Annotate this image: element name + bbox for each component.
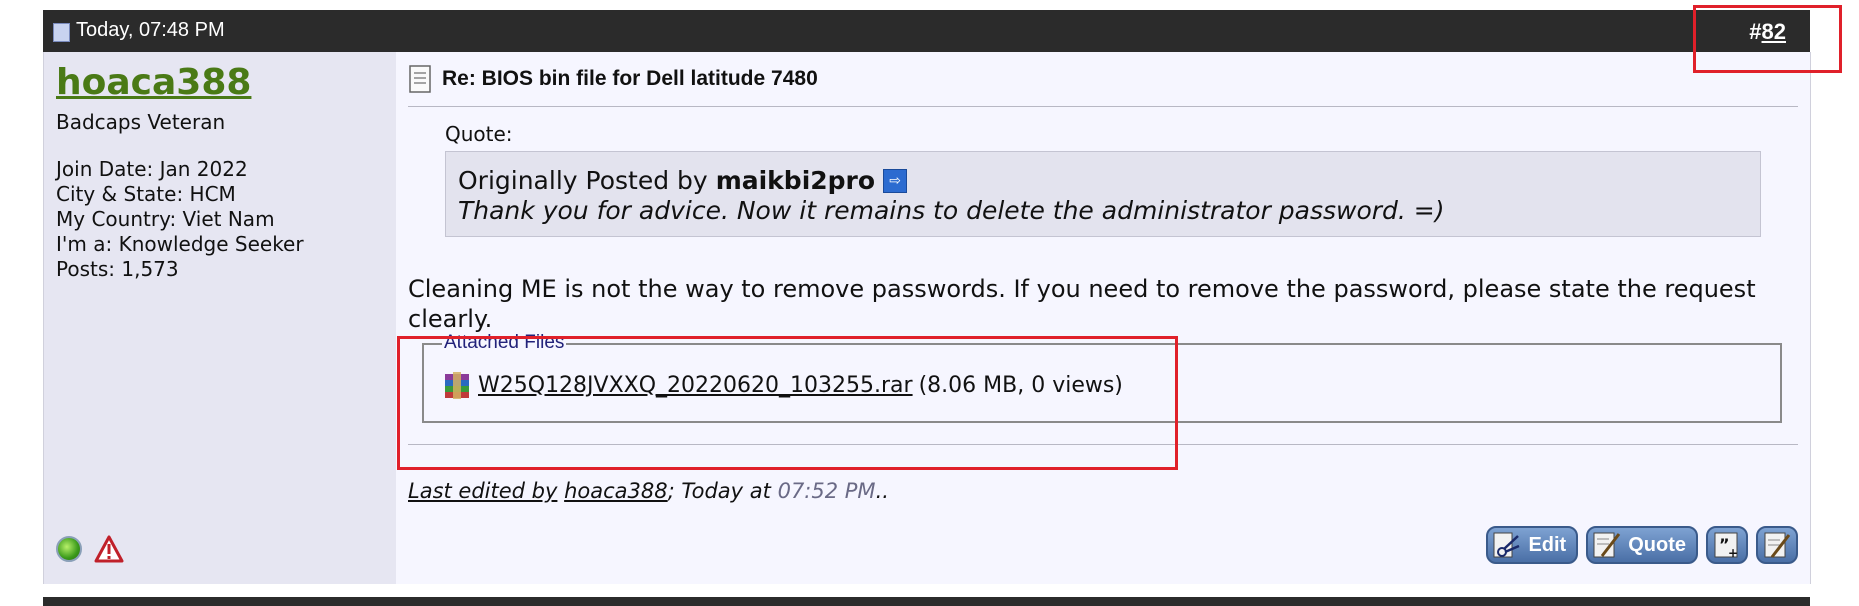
user-title: Badcaps Veteran bbox=[56, 110, 226, 134]
post-action-buttons: Edit Quote ” + bbox=[1486, 526, 1798, 564]
quick-reply-icon bbox=[1764, 532, 1791, 558]
post-message: Cleaning ME is not the way to remove pas… bbox=[408, 275, 1756, 333]
svg-text:+: + bbox=[1728, 546, 1738, 560]
post-count: Posts: 1,573 bbox=[56, 257, 179, 281]
status-icons bbox=[56, 534, 124, 564]
highlight-attachment bbox=[397, 336, 1178, 470]
edited-prefix: Last edited by bbox=[408, 479, 558, 503]
multiquote-button[interactable]: ” + bbox=[1706, 526, 1748, 564]
divider bbox=[408, 106, 1798, 107]
username-link[interactable]: hoaca388 bbox=[56, 62, 251, 103]
edited-suffix: .. bbox=[875, 479, 889, 503]
edit-button[interactable]: Edit bbox=[1486, 526, 1579, 564]
view-post-icon[interactable]: ⇨ bbox=[883, 168, 908, 193]
quote-button-label: Quote bbox=[1628, 533, 1686, 556]
online-status-icon bbox=[56, 536, 82, 562]
post-icon bbox=[409, 65, 431, 93]
post-body: Re: BIOS bin file for Dell latitude 7480… bbox=[396, 52, 1811, 584]
edited-mid: ; Today at bbox=[667, 479, 771, 503]
edited-by-link[interactable]: hoaca388 bbox=[564, 479, 668, 503]
post-header: Today, 07:48 PM #82 bbox=[43, 10, 1810, 52]
city-state: City & State: HCM bbox=[56, 182, 236, 206]
post-date: Today, 07:48 PM bbox=[53, 19, 225, 42]
quote-text: Thank you for advice. Now it remains to … bbox=[458, 196, 1445, 225]
edited-time: 07:52 PM bbox=[777, 479, 876, 503]
country: My Country: Viet Nam bbox=[56, 207, 275, 231]
quote-author: maikbi2pro bbox=[715, 166, 876, 195]
join-date: Join Date: Jan 2022 bbox=[56, 157, 248, 181]
quote-button[interactable]: Quote bbox=[1586, 526, 1698, 564]
quote-attribution: Originally Posted by maikbi2pro ⇨ bbox=[458, 166, 908, 195]
user-stats: Join Date: Jan 2022 City & State: HCM My… bbox=[56, 157, 304, 282]
last-edited: Last edited by hoaca388; Today at 07:52 … bbox=[408, 479, 889, 503]
quote-icon bbox=[1593, 532, 1621, 558]
scissors-edit-icon bbox=[1493, 532, 1520, 558]
quote-box: Originally Posted by maikbi2pro ⇨ Thank … bbox=[445, 151, 1761, 237]
post-title: Re: BIOS bin file for Dell latitude 7480 bbox=[442, 67, 818, 90]
user-role: I'm a: Knowledge Seeker bbox=[56, 232, 304, 256]
next-post-header bbox=[43, 597, 1810, 606]
post-date-text: Today, 07:48 PM bbox=[76, 19, 225, 41]
quote-label: Quote: bbox=[445, 122, 513, 146]
highlight-post-number bbox=[1693, 5, 1842, 73]
quick-reply-button[interactable] bbox=[1756, 526, 1798, 564]
post-title-row: Re: BIOS bin file for Dell latitude 7480 bbox=[408, 64, 818, 94]
multiquote-icon: ” + bbox=[1714, 532, 1738, 560]
report-icon[interactable] bbox=[94, 534, 124, 564]
user-info-panel: hoaca388 Badcaps Veteran Join Date: Jan … bbox=[43, 52, 397, 584]
edit-button-label: Edit bbox=[1528, 533, 1567, 556]
quote-prefix: Originally Posted by bbox=[458, 166, 708, 195]
page-icon bbox=[53, 23, 70, 42]
